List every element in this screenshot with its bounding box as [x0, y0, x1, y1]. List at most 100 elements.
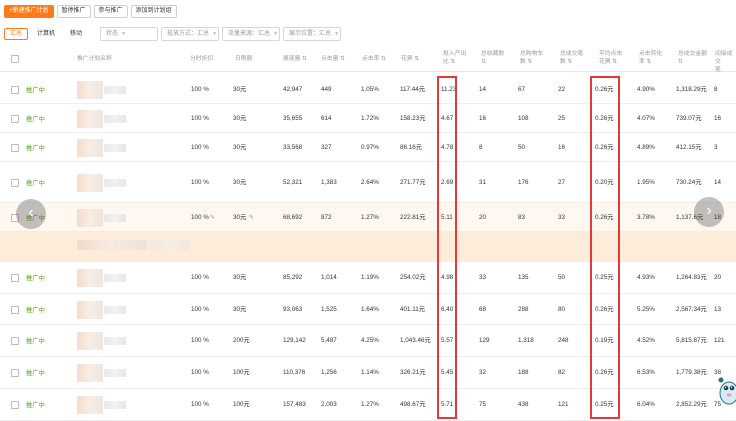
col-clicks[interactable]: 点击量 ⇅	[321, 55, 345, 63]
chevron-down-icon: ▼	[121, 31, 127, 37]
table-row[interactable]: 推广中 100 % 100元 157,483 2,003 1.27% 498.67元 5.71…	[0, 389, 736, 421]
join-button[interactable]: 参与推广	[93, 5, 128, 18]
segment-summary[interactable]: 汇总	[4, 28, 29, 40]
cell-fav: 33	[479, 274, 487, 281]
cell-deals: 82	[558, 369, 566, 376]
cell-discount: 100 %	[191, 274, 209, 281]
cell-ctr: 1.05%	[361, 86, 379, 93]
cell-status[interactable]: 推广中	[26, 307, 45, 315]
col-cost[interactable]: 花费 ⇅	[401, 55, 419, 63]
cell-limit: 30元	[233, 144, 247, 151]
col-cvr[interactable]: 点击转化 率 ⇅	[639, 50, 662, 66]
cell-ind: 3	[714, 144, 718, 151]
position-select[interactable]: 展示位置：汇总 ▼	[283, 27, 342, 41]
row-checkbox[interactable]	[11, 144, 19, 152]
segment-computer[interactable]: 计算机	[31, 28, 61, 40]
row-checkbox[interactable]	[11, 274, 19, 282]
cell-impr: 68,692	[283, 214, 303, 221]
row-checkbox[interactable]	[11, 337, 19, 345]
cell-fav: 32	[479, 369, 487, 376]
col-roi[interactable]: 投入产出 比 ⇅	[443, 50, 466, 66]
table-row[interactable]: 推广中 100 % 30元 42,947 449 1.05% 117.44元 11.23 14 6…	[0, 75, 736, 104]
cell-cart: 438	[518, 401, 529, 408]
cell-cost: 326.21元	[400, 369, 426, 376]
table-row[interactable]: 推广中 100 % 200元 129,142 5,487 4.25% 1,043.46元 5.…	[0, 325, 736, 357]
cell-ind: 16	[714, 115, 722, 122]
cell-limit: 30元	[233, 115, 247, 122]
table-row[interactable]: 推广中 100 % 30元 85,292 1,014 1.19% 254.02元 4.98 33…	[0, 262, 736, 294]
cell-clicks: 872	[321, 214, 332, 221]
toolbar: +新建推广计划 暂停推广 参与推广 添加到计划组	[4, 5, 177, 18]
row-checkbox[interactable]	[11, 86, 19, 94]
col-cart[interactable]: 总购物车 数 ⇅	[520, 50, 543, 66]
cell-gmv: 5,815.87元	[676, 337, 707, 344]
row-checkbox[interactable]	[11, 369, 19, 377]
col-gmv[interactable]: 总成交金额 ⇅	[678, 50, 707, 66]
cell-status[interactable]: 推广中	[26, 87, 45, 95]
cell-clicks: 449	[321, 86, 332, 93]
cell-cart: 135	[518, 274, 529, 281]
status-select[interactable]: 状态 ▼	[100, 27, 159, 41]
blurred-thumbnail	[77, 301, 103, 319]
cell-cart: 108	[518, 115, 529, 122]
chevron-left-icon[interactable]: ‹	[16, 199, 46, 229]
cell-clicks: 1,014	[321, 274, 337, 281]
cell-clicks: 5,487	[321, 337, 337, 344]
cell-status[interactable]: 推广中	[26, 116, 45, 124]
pencil-icon[interactable]: ✎	[210, 214, 215, 222]
cell-status[interactable]: 推广中	[26, 402, 45, 410]
row-checkbox[interactable]	[11, 115, 19, 123]
col-discount: 分时折扣	[190, 56, 214, 62]
cell-cvr: 4.93%	[637, 274, 655, 281]
cell-discount: 100 %	[191, 86, 209, 93]
mascot-icon[interactable]	[717, 376, 736, 406]
cell-gmv: 1,779.38元	[676, 369, 707, 376]
delivery-select[interactable]: 投放方式：汇总 ▼	[161, 27, 220, 41]
col-favorites[interactable]: 总收藏数 ⇅	[481, 50, 504, 66]
col-indirect[interactable]: 间接成交 笔	[715, 50, 736, 74]
add-to-group-button[interactable]: 添加到计划组	[130, 5, 177, 18]
cell-status[interactable]: 推广中	[26, 338, 45, 346]
table-row[interactable]: 推广中 100 % 30元 35,655 614 1.72% 158.23元 4.67 16 10…	[0, 104, 736, 133]
col-cpc[interactable]: 平均点击 花费 ⇅	[599, 50, 622, 66]
chevron-right-icon[interactable]: ›	[694, 197, 724, 227]
cell-deals: 80	[558, 306, 566, 313]
row-checkbox[interactable]	[11, 306, 19, 314]
cell-status[interactable]: 推广中	[26, 275, 45, 283]
position-select-label: 展示位置：汇总	[289, 31, 332, 37]
cell-status[interactable]: 推广中	[26, 180, 45, 188]
table-row[interactable]: 推广中 100 % 100元 110,376 1,256 1.14% 326.21元 5.45…	[0, 357, 736, 389]
blurred-plan-name	[104, 306, 126, 314]
table-row[interactable]: 推广中 100 % 30元 93,063 1,525 1.64% 401.11元 6.40 68…	[0, 294, 736, 325]
new-plan-button[interactable]: +新建推广计划	[4, 5, 54, 18]
cell-ctr: 1.19%	[361, 274, 379, 281]
cell-gmv: 1,264.83元	[676, 274, 707, 281]
cell-clicks: 1,525	[321, 306, 337, 313]
table-row[interactable]: 推广中 100 % 30元 33,568 327 0.97% 86.16元 4.78 8 50 16…	[0, 133, 736, 162]
blurred-plan-name	[104, 86, 126, 94]
cell-status[interactable]: 推广中	[26, 145, 45, 153]
table-row[interactable]: 推广中 100 % ✎ 30元 ✎ 68,692 872 1.27% 222.81元 5.11 20…	[0, 203, 736, 232]
cell-fav: 68	[479, 306, 487, 313]
segment-mobile[interactable]: 移动	[64, 28, 88, 40]
col-ctr[interactable]: 点击率 ⇅	[362, 55, 386, 63]
table-row[interactable]: 推广中 100 % 30元 52,321 1,383 2.64% 271.77元 2.69 31…	[0, 162, 736, 203]
traffic-select[interactable]: 流量来源：汇总 ▼	[222, 27, 281, 41]
cell-impr: 42,947	[283, 86, 303, 93]
col-daily-limit[interactable]: 日限额	[235, 55, 252, 63]
cell-discount: 100 %	[191, 306, 209, 313]
cell-cart: 50	[518, 144, 526, 151]
row-checkbox[interactable]	[11, 179, 19, 187]
cell-deals: 22	[558, 86, 566, 93]
blurred-thumbnail	[77, 209, 103, 227]
col-impressions[interactable]: 展现量 ⇅	[283, 55, 307, 63]
pencil-icon[interactable]: ✎	[249, 214, 254, 222]
row-checkbox[interactable]	[11, 401, 19, 409]
select-all-checkbox[interactable]	[11, 55, 19, 63]
cell-status[interactable]: 推广中	[26, 370, 45, 378]
blurred-plan-name	[104, 369, 126, 377]
col-deals[interactable]: 总成交笔 数 ⇅	[560, 50, 583, 66]
blurred-plan-name	[104, 401, 126, 409]
pause-button[interactable]: 暂停推广	[56, 5, 91, 18]
cell-deals: 25	[558, 115, 566, 122]
